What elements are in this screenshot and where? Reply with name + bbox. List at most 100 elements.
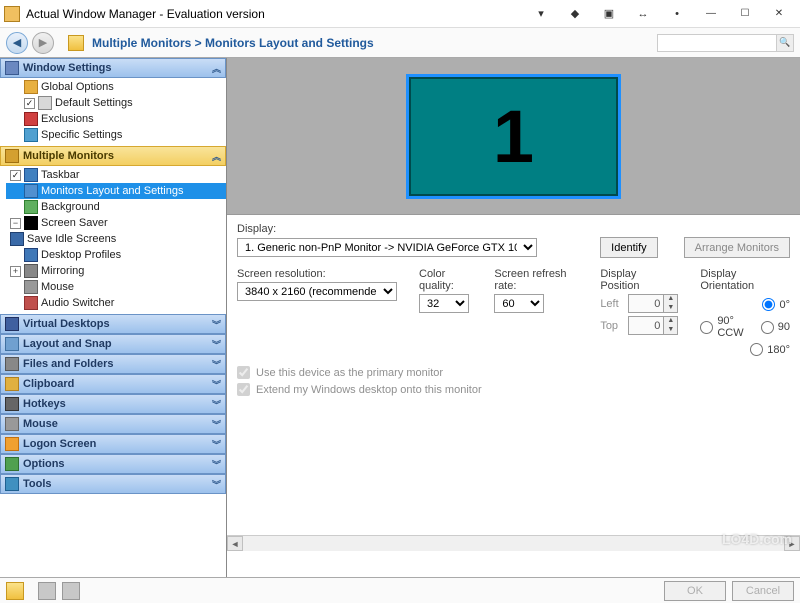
section-label: Hotkeys: [23, 398, 66, 410]
rollup-icon[interactable]: ▾: [524, 4, 558, 24]
window-extra-buttons: ▾ ◆ ▣ ↔ • — ☐ ✕: [524, 4, 796, 24]
arrange-monitors-button[interactable]: Arrange Monitors: [684, 237, 790, 258]
tree-item-background[interactable]: Background: [6, 199, 226, 215]
section-layout-snap[interactable]: Layout and Snap ︾: [0, 334, 226, 354]
section-window-settings[interactable]: Window Settings ︽: [0, 58, 226, 78]
tree-item-taskbar[interactable]: ✓Taskbar: [6, 167, 226, 183]
extend-desktop-row: Extend my Windows desktop onto this moni…: [237, 383, 790, 396]
spin-down-icon[interactable]: ▼: [664, 304, 677, 313]
spin-down-icon[interactable]: ▼: [664, 326, 677, 335]
display-label: Display:: [237, 223, 790, 235]
section-clipboard[interactable]: Clipboard︾: [0, 374, 226, 394]
scroll-right-icon[interactable]: ►: [784, 536, 800, 551]
global-options-icon: [24, 80, 38, 94]
move-icon[interactable]: ▣: [592, 4, 626, 24]
settings-icon[interactable]: ↔: [626, 4, 660, 24]
chevron-down-icon: ︾: [212, 358, 221, 371]
background-icon: [24, 200, 38, 214]
chevron-down-icon: ︾: [212, 438, 221, 451]
refresh-rate-select[interactable]: 60: [494, 294, 544, 313]
chevron-down-icon: ︾: [212, 338, 221, 351]
back-button[interactable]: ◀: [6, 32, 28, 54]
tree-item-monitors-layout[interactable]: Monitors Layout and Settings: [6, 183, 226, 199]
multiple-monitors-icon: [5, 149, 19, 163]
section-options[interactable]: Options︾: [0, 454, 226, 474]
minimize-button[interactable]: —: [694, 4, 728, 24]
section-files-folders[interactable]: Files and Folders ︾: [0, 354, 226, 374]
maximize-button[interactable]: ☐: [728, 4, 762, 24]
tree-item-mouse[interactable]: Mouse: [6, 279, 226, 295]
mouse-section-icon: [5, 417, 19, 431]
search-input[interactable]: [657, 34, 777, 52]
primary-monitor-checkbox[interactable]: [237, 366, 250, 379]
extend-desktop-label: Extend my Windows desktop onto this moni…: [256, 384, 482, 396]
tree-item-mirroring[interactable]: +Mirroring: [6, 263, 226, 279]
specific-settings-icon: [24, 128, 38, 142]
orient-0-radio[interactable]: [762, 298, 775, 311]
left-label: Left: [600, 298, 624, 310]
identify-button[interactable]: Identify: [600, 237, 657, 258]
cancel-button[interactable]: Cancel: [732, 581, 794, 601]
monitor-1[interactable]: 1: [406, 74, 621, 199]
breadcrumb: Multiple Monitors > Monitors Layout and …: [92, 36, 374, 50]
orient-90ccw-radio[interactable]: [700, 321, 713, 334]
spin-up-icon[interactable]: ▲: [664, 295, 677, 304]
section-virtual-desktops[interactable]: Virtual Desktops︾: [0, 314, 226, 334]
audio-icon: [24, 296, 38, 310]
section-logon-screen[interactable]: Logon Screen︾: [0, 434, 226, 454]
search-go-button[interactable]: 🔍: [776, 34, 794, 52]
chevron-down-icon: ︾: [212, 478, 221, 491]
chevron-down-icon: ︾: [212, 458, 221, 471]
orient-180-radio[interactable]: [750, 343, 763, 356]
section-label: Multiple Monitors: [23, 150, 114, 162]
top-input[interactable]: [628, 316, 664, 335]
tree-item-global-options[interactable]: Global Options: [6, 79, 226, 95]
spin-up-icon[interactable]: ▲: [664, 317, 677, 326]
section-label: Layout and Snap: [23, 338, 112, 350]
orient-90-radio[interactable]: [761, 321, 774, 334]
horizontal-scrollbar[interactable]: ◄ ►: [227, 535, 800, 551]
top-spinner[interactable]: ▲▼: [628, 316, 678, 335]
window-settings-icon: [5, 61, 19, 75]
section-label: Window Settings: [23, 62, 112, 74]
section-multiple-monitors[interactable]: Multiple Monitors ︽: [0, 146, 226, 166]
collapse-icon[interactable]: −: [10, 218, 21, 229]
tree-item-save-idle[interactable]: Save Idle Screens: [6, 231, 226, 247]
section-label: Files and Folders: [23, 358, 113, 370]
resolution-select[interactable]: 3840 x 2160 (recommended): [237, 282, 397, 301]
extend-desktop-checkbox[interactable]: [237, 383, 250, 396]
undo-icon[interactable]: [38, 582, 56, 600]
app-title: Actual Window Manager - Evaluation versi…: [26, 7, 524, 21]
pin-icon[interactable]: ◆: [558, 4, 592, 24]
checkbox-icon[interactable]: ✓: [24, 98, 35, 109]
tree-item-screen-saver[interactable]: −Screen Saver: [6, 215, 226, 231]
color-quality-select[interactable]: 32: [419, 294, 469, 313]
tray-icon[interactable]: •: [660, 4, 694, 24]
checkbox-icon[interactable]: ✓: [10, 170, 21, 181]
clipboard-icon: [5, 377, 19, 391]
ok-button[interactable]: OK: [664, 581, 726, 601]
help-icon[interactable]: [6, 582, 24, 600]
logon-icon: [5, 437, 19, 451]
left-input[interactable]: [628, 294, 664, 313]
tree-item-default-settings[interactable]: ✓Default Settings: [6, 95, 226, 111]
section-mouse[interactable]: Mouse︾: [0, 414, 226, 434]
section-hotkeys[interactable]: Hotkeys︾: [0, 394, 226, 414]
chevron-down-icon: ︾: [212, 318, 221, 331]
section-tools[interactable]: Tools︾: [0, 474, 226, 494]
expand-icon[interactable]: +: [10, 266, 21, 277]
scroll-track[interactable]: [243, 536, 784, 551]
tree-item-specific-settings[interactable]: Specific Settings: [6, 127, 226, 143]
tree-item-audio-switcher[interactable]: Audio Switcher: [6, 295, 226, 311]
orient-180-label: 180°: [767, 344, 790, 356]
display-select[interactable]: 1. Generic non-PnP Monitor -> NVIDIA GeF…: [237, 238, 537, 257]
left-spinner[interactable]: ▲▼: [628, 294, 678, 313]
orient-0-label: 0°: [779, 299, 790, 311]
orient-90-label: 90: [778, 321, 790, 333]
scroll-left-icon[interactable]: ◄: [227, 536, 243, 551]
forward-button[interactable]: ▶: [32, 32, 54, 54]
tree-item-exclusions[interactable]: Exclusions: [6, 111, 226, 127]
tree-item-desktop-profiles[interactable]: Desktop Profiles: [6, 247, 226, 263]
close-button[interactable]: ✕: [762, 4, 796, 24]
redo-icon[interactable]: [62, 582, 80, 600]
